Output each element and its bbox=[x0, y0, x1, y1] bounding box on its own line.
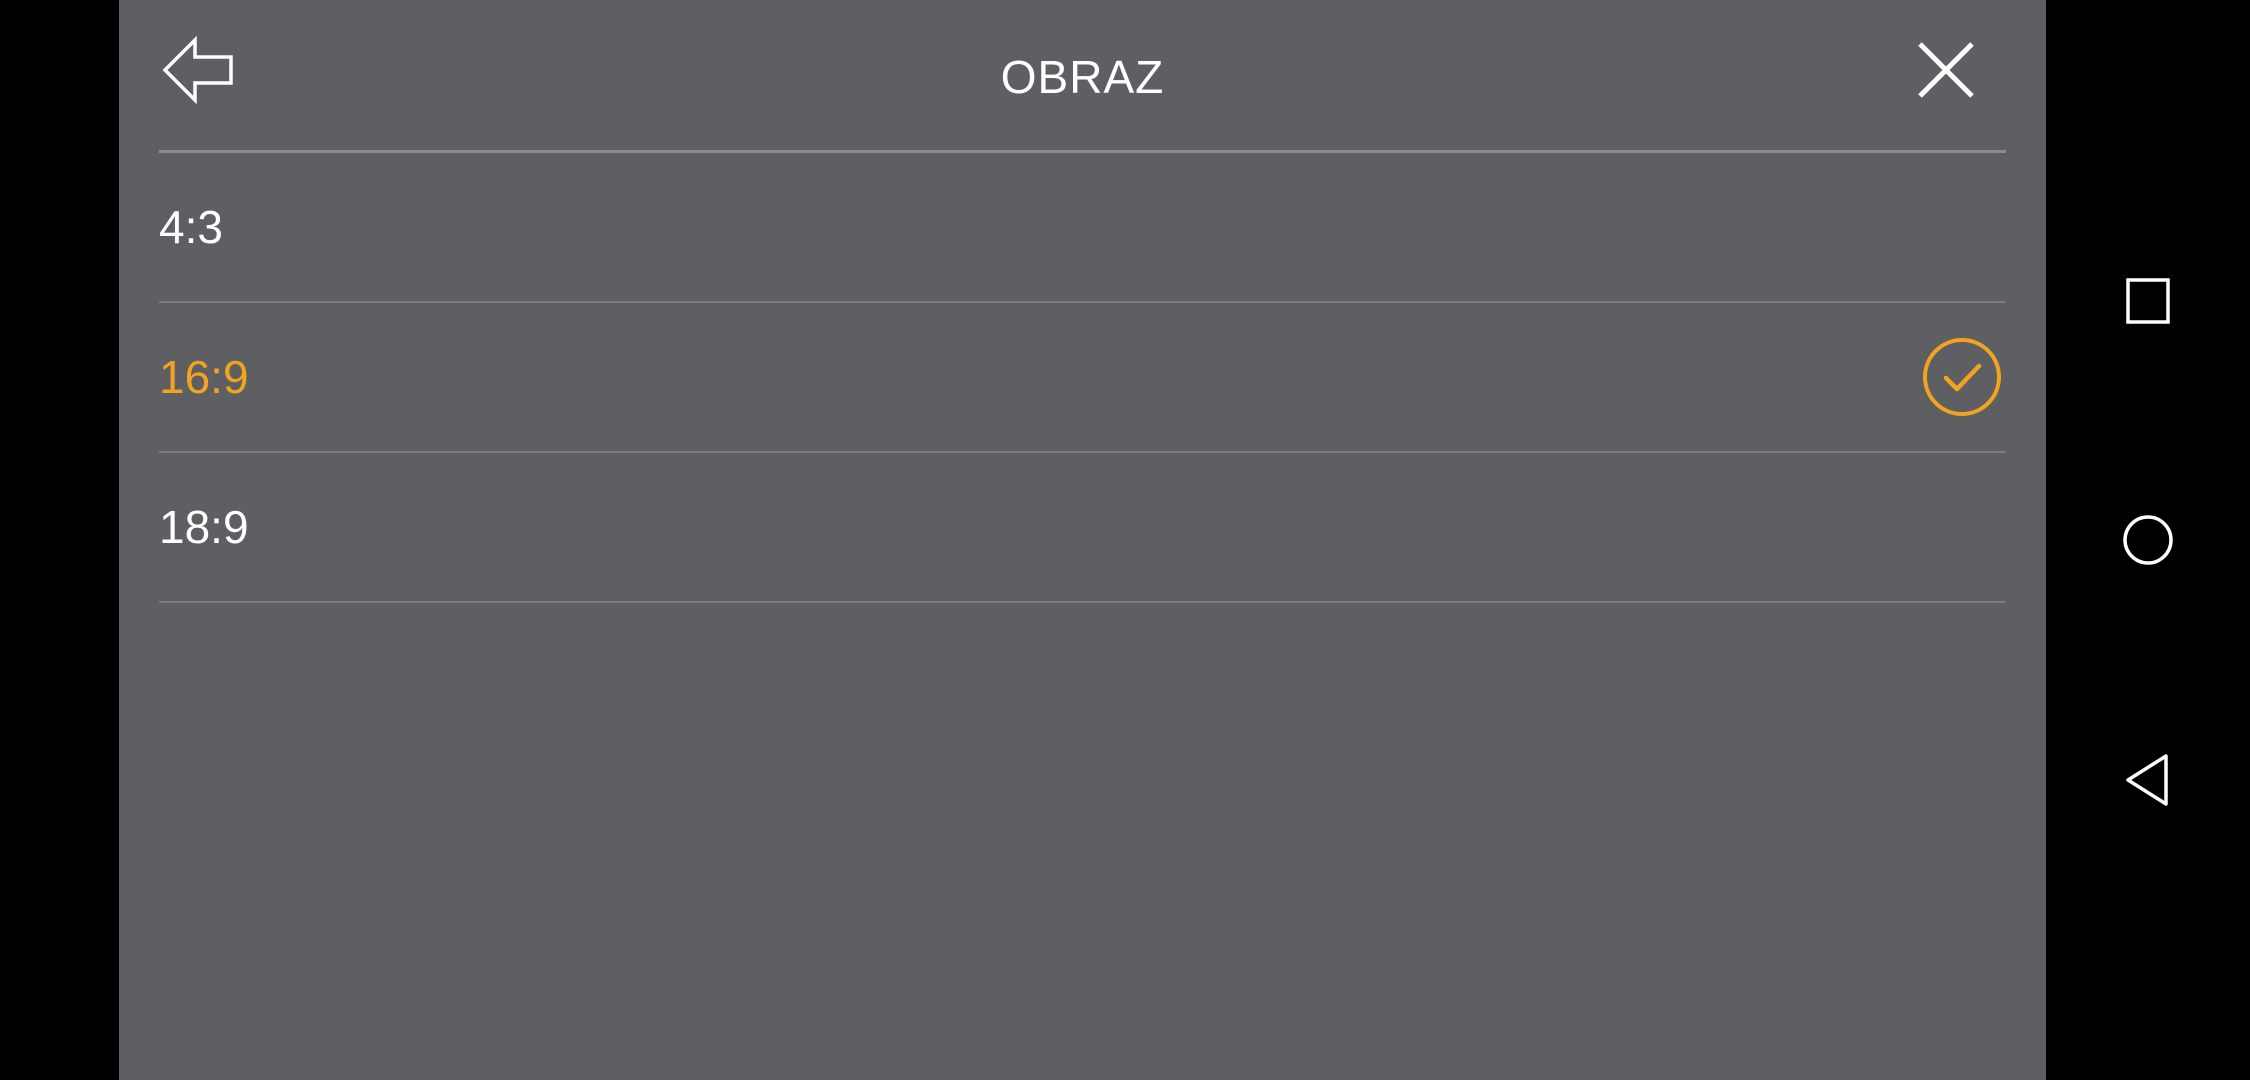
settings-panel: OBRAZ 4:3 16:9 18:9 bbox=[119, 0, 2046, 1080]
close-button[interactable] bbox=[1916, 40, 1986, 110]
circle-icon bbox=[2123, 515, 2173, 565]
recents-button[interactable] bbox=[2108, 260, 2188, 340]
option-label: 18:9 bbox=[159, 501, 249, 553]
home-button[interactable] bbox=[2108, 500, 2188, 580]
square-icon bbox=[2126, 278, 2170, 324]
nav-back-button[interactable] bbox=[2108, 740, 2188, 820]
option-label: 16:9 bbox=[159, 351, 249, 403]
option-16-9[interactable]: 16:9 bbox=[159, 303, 2006, 453]
close-icon bbox=[1918, 42, 1974, 98]
option-label: 4:3 bbox=[159, 201, 223, 253]
triangle-back-icon bbox=[2126, 754, 2168, 806]
screen: OBRAZ 4:3 16:9 18:9 bbox=[0, 0, 2250, 1080]
page-title: OBRAZ bbox=[1000, 51, 1165, 103]
option-18-9[interactable]: 18:9 bbox=[159, 453, 2006, 603]
system-navigation-bar bbox=[2046, 0, 2250, 1080]
header-bar: OBRAZ bbox=[159, 0, 2006, 153]
check-circle-icon bbox=[1922, 337, 2002, 417]
option-4-3[interactable]: 4:3 bbox=[159, 153, 2006, 303]
aspect-ratio-list: 4:3 16:9 18:9 bbox=[159, 153, 2006, 603]
